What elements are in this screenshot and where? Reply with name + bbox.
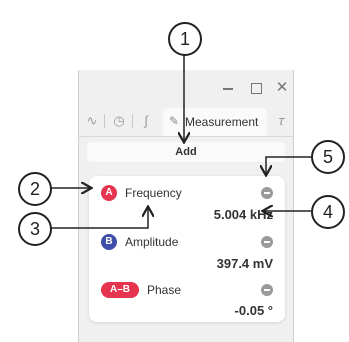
callout-2: 2 xyxy=(18,172,52,206)
callout-1: 1 xyxy=(168,22,202,56)
callout-3: 3 xyxy=(18,212,52,246)
callout-3-arrow xyxy=(49,208,148,229)
callout-5: 5 xyxy=(311,140,345,174)
callout-5-arrow xyxy=(266,156,311,174)
callout-4: 4 xyxy=(311,195,345,229)
